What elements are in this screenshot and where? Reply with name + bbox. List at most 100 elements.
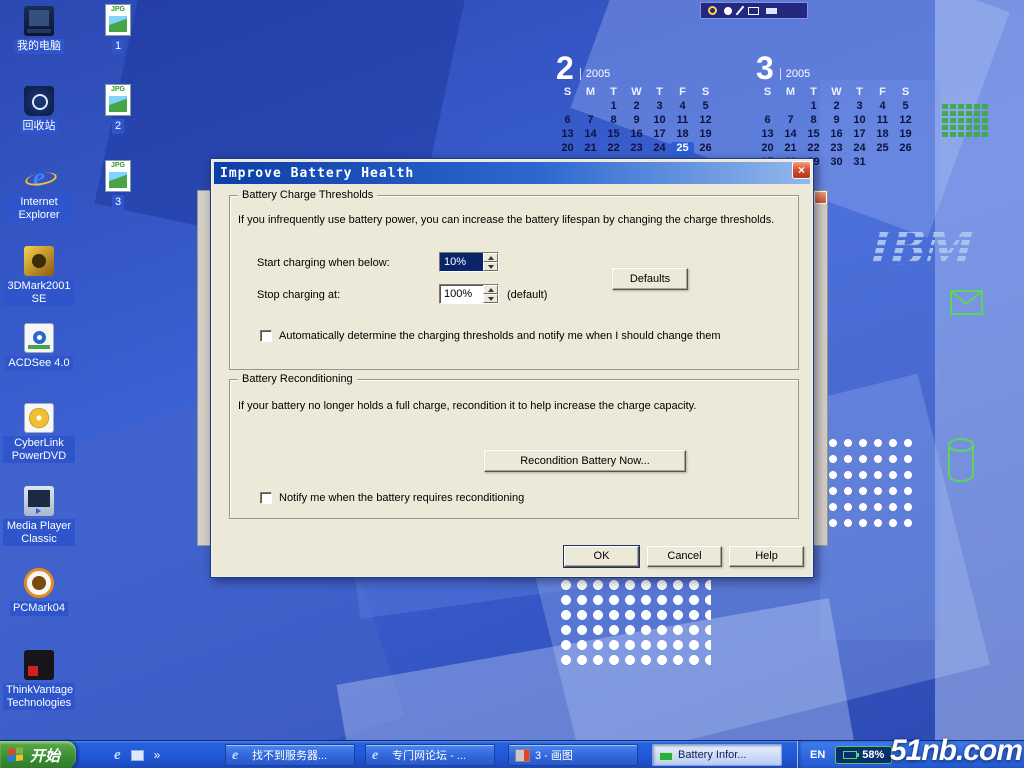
calendar-day: 21: [579, 142, 602, 156]
taskbar-task-battery-information[interactable]: Battery Infor...: [652, 744, 782, 766]
icon-label: 3: [112, 195, 124, 210]
language-indicator[interactable]: EN: [810, 749, 825, 761]
calendar-day: 5: [894, 100, 917, 114]
help-button[interactable]: Help: [729, 546, 804, 567]
desktop-icon-thinkvantage[interactable]: ThinkVantage Technologies: [2, 650, 76, 710]
calendar-day-header: S: [894, 86, 917, 98]
wallpaper-dots-small: [826, 436, 916, 534]
display-icon[interactable]: [748, 7, 759, 15]
start-charging-spinner[interactable]: 10%: [439, 252, 499, 272]
calendar-day: 4: [871, 100, 894, 114]
close-icon[interactable]: ×: [792, 161, 811, 179]
triangle-down-icon: [488, 265, 494, 272]
desktop-icon-jpg-2[interactable]: JPG 2: [92, 84, 144, 134]
calendar-day-header: S: [756, 86, 779, 98]
calendar-day-header: M: [579, 86, 602, 98]
start-charging-label: Start charging when below:: [257, 257, 390, 269]
desktop-icon-jpg-1[interactable]: JPG 1: [92, 4, 144, 54]
desktop-icon-acdsee[interactable]: ACDSee 4.0: [2, 323, 76, 371]
stop-charging-value[interactable]: 100%: [440, 285, 483, 303]
recondition-battery-button[interactable]: Recondition Battery Now...: [484, 450, 686, 472]
ie-quick-launch-icon[interactable]: e: [114, 747, 121, 764]
spin-up-button[interactable]: [483, 253, 498, 262]
taskbar-task-forum[interactable]: e 专门网论坛 - ...: [365, 744, 495, 766]
background-window-close-button: [814, 191, 827, 204]
start-charging-value[interactable]: 10%: [440, 253, 483, 271]
group-title: Battery Charge Thresholds: [238, 189, 377, 201]
calendar-week-row: 20212223242526: [556, 142, 726, 156]
calendar-day: 13: [756, 128, 779, 142]
start-button[interactable]: 开始: [0, 741, 76, 768]
desktop-icon-my-computer[interactable]: 我的电脑: [2, 6, 76, 54]
calendar-day: 19: [694, 128, 717, 142]
chevron-icon[interactable]: »: [154, 748, 161, 762]
calendar-day-headers: SMTWTFS: [756, 86, 926, 98]
calendar-day: 3: [648, 100, 671, 114]
calendar-day: 4: [671, 100, 694, 114]
spin-down-button[interactable]: [483, 294, 498, 303]
calendar-february-2005: 2 2005 SMTWTFS 1234567891011121314151617…: [556, 50, 726, 156]
auto-determine-checkbox[interactable]: [260, 330, 272, 342]
calendar-week-row: 6789101112: [556, 114, 726, 128]
stop-charging-spinner[interactable]: 100%: [439, 284, 499, 304]
calendar-day: 11: [871, 114, 894, 128]
jpg-badge: JPG: [111, 85, 125, 95]
auto-determine-row: Automatically determine the charging thr…: [260, 330, 720, 342]
icon-label: 2: [112, 119, 124, 134]
desktop-icon-internet-explorer[interactable]: e Internet Explorer: [2, 162, 76, 222]
acdsee-icon: [24, 323, 54, 353]
show-desktop-icon[interactable]: [131, 750, 144, 761]
calendar-month: 2: [556, 55, 574, 82]
battery-indicator[interactable]: 58%: [835, 746, 892, 764]
triangle-up-icon: [488, 285, 494, 292]
calendar-day: 31: [848, 156, 871, 170]
cancel-button[interactable]: Cancel: [647, 546, 722, 567]
desktop-icon-media-player-classic[interactable]: Media Player Classic: [2, 486, 76, 546]
calendar-march-2005: 3 2005 SMTWTFS 1234567891011121314151617…: [756, 50, 926, 170]
desktop-icon-powerdvd[interactable]: CyberLink PowerDVD: [2, 403, 76, 463]
calendar-day-headers: SMTWTFS: [556, 86, 726, 98]
powerdvd-icon: [24, 403, 54, 433]
desktop-file-column: JPG 1 JPG 2 JPG 3: [92, 0, 144, 768]
keyboard-icon[interactable]: [766, 8, 777, 14]
paint-icon: [515, 749, 530, 762]
calendar-week-row: 6789101112: [756, 114, 926, 128]
calendar-day: 8: [802, 114, 825, 128]
defaults-button[interactable]: Defaults: [612, 268, 688, 290]
calendar-day-header: W: [825, 86, 848, 98]
icon-label: 我的电脑: [14, 39, 64, 54]
my-computer-icon: [24, 6, 54, 36]
taskbar-task-server-not-found[interactable]: e 找不到服务器...: [225, 744, 355, 766]
desktop-icon-recycle-bin[interactable]: 回收站: [2, 86, 76, 134]
desktop-icon-pcmark[interactable]: PCMark04: [2, 568, 76, 616]
task-label: 找不到服务器...: [252, 747, 327, 763]
dialog-title: Improve Battery Health: [220, 166, 414, 181]
calendar-day: 15: [802, 128, 825, 142]
calendar-title: 3 2005: [756, 50, 926, 82]
jpg-thumbnail: [109, 96, 127, 112]
calendar-day: 25: [871, 142, 894, 156]
spin-down-button[interactable]: [483, 262, 498, 271]
calendar-day: 17: [848, 128, 871, 142]
notify-reconditioning-checkbox[interactable]: [260, 492, 272, 504]
dialog-titlebar[interactable]: Improve Battery Health: [214, 162, 810, 184]
ok-button[interactable]: OK: [564, 546, 639, 567]
background-window-edge: [197, 190, 211, 546]
pen-icon[interactable]: [736, 6, 745, 16]
green-grid-icon: [942, 104, 990, 144]
phone-icon[interactable]: [708, 6, 717, 15]
volume-icon[interactable]: [724, 7, 732, 15]
calendar-day: 10: [648, 114, 671, 128]
calendar-title: 2 2005: [556, 50, 726, 82]
calendar-year: 2005: [580, 68, 610, 80]
desktop-icon-jpg-3[interactable]: JPG 3: [92, 160, 144, 210]
taskbar-task-paint[interactable]: 3 - 画图: [508, 744, 638, 766]
calendar-day: 20: [756, 142, 779, 156]
calendar-day: [871, 156, 894, 170]
task-label: 专门网论坛 - ...: [392, 747, 466, 763]
desktop-icon-3dmark[interactable]: 3DMark2001 SE: [2, 246, 76, 306]
calendar-grid: 1234567891011121314151617181920212223242…: [556, 100, 726, 156]
calendar-day: 9: [625, 114, 648, 128]
spin-up-button[interactable]: [483, 285, 498, 294]
battery-icon: [843, 751, 857, 759]
